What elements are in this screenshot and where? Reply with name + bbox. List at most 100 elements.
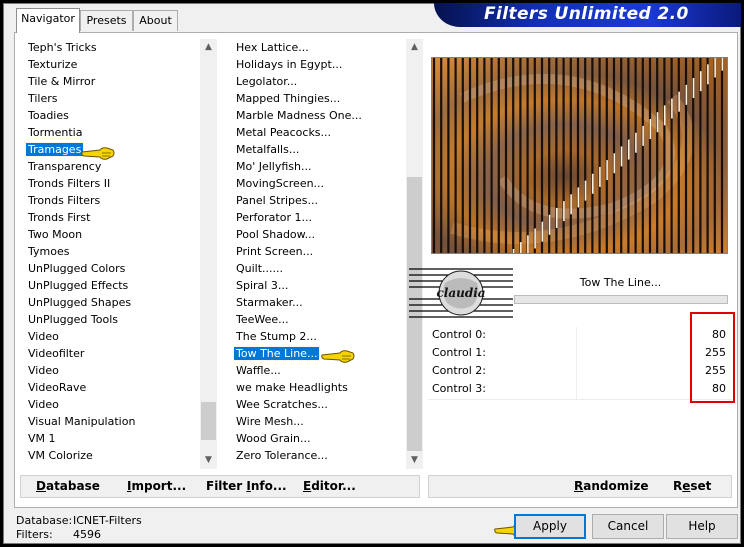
filter-item[interactable]: Spiral 3... — [232, 277, 406, 294]
filter-item[interactable]: Marble Madness One... — [232, 107, 406, 124]
filter-item[interactable]: Zero Tolerance... — [232, 447, 406, 464]
filter-item-label: Wire Mesh... — [236, 415, 304, 428]
randomize-button[interactable]: Randomize — [574, 479, 648, 493]
scroll-up-icon[interactable]: ▲ — [406, 39, 423, 56]
filter-item-label: Zero Tolerance... — [236, 449, 328, 462]
scroll-down-icon[interactable]: ▼ — [200, 452, 217, 469]
pointing-hand-icon — [81, 147, 115, 160]
filters-unlimited-window: Filters Unlimited 2.0 Navigator Presets … — [0, 0, 744, 547]
category-item-label: Tilers — [28, 92, 58, 105]
category-item[interactable]: Tronds First — [24, 209, 200, 226]
watermark-text: claudia — [436, 286, 485, 300]
category-item-label: Tronds First — [28, 211, 91, 224]
filter-item[interactable]: Holidays in Egypt... — [232, 56, 406, 73]
slider-track — [576, 345, 577, 363]
scroll-thumb[interactable] — [201, 402, 216, 440]
import-button[interactable]: Import... — [127, 479, 186, 493]
category-item-label: Two Moon — [28, 228, 83, 241]
category-item[interactable]: UnPlugged Colors — [24, 260, 200, 277]
category-item-label: Visual Manipulation — [28, 415, 136, 428]
filter-item[interactable]: MovingScreen... — [232, 175, 406, 192]
category-list[interactable]: Teph's Tricks Texturize Tile & Mirror Tiler… — [24, 39, 200, 469]
control-label: Control 3: — [432, 382, 486, 395]
category-item[interactable]: Two Moon — [24, 226, 200, 243]
filter-item[interactable]: Starmaker... — [232, 294, 406, 311]
filter-item[interactable]: TeeWee... — [232, 311, 406, 328]
window-title: Filters Unlimited 2.0 — [484, 4, 689, 24]
reset-button[interactable]: Reset — [673, 479, 711, 493]
filter-item[interactable]: Hex Lattice... — [232, 39, 406, 56]
category-item[interactable]: Tymoes — [24, 243, 200, 260]
slider-track — [576, 363, 577, 381]
filter-item[interactable]: Mapped Thingies... — [232, 90, 406, 107]
category-item[interactable]: Tilers — [24, 90, 200, 107]
filter-item[interactable]: Print Screen... — [232, 243, 406, 260]
category-item[interactable]: Visual Manipulation — [24, 413, 200, 430]
help-button[interactable]: Help — [666, 514, 738, 539]
filter-item[interactable]: Perforator 1... — [232, 209, 406, 226]
category-item-label: UnPlugged Effects — [28, 279, 129, 292]
slider-track — [576, 381, 577, 399]
filter-item-label: Quilt...... — [236, 262, 284, 275]
filter-info-button[interactable]: Filter Info... — [206, 479, 287, 493]
scroll-up-icon[interactable]: ▲ — [200, 39, 217, 56]
filter-list[interactable]: Hex Lattice... Holidays in Egypt... Legola… — [232, 39, 406, 469]
category-item[interactable]: Video — [24, 328, 200, 345]
control-slider-1[interactable]: Control 1: 255 — [428, 345, 732, 364]
category-item[interactable]: UnPlugged Effects — [24, 277, 200, 294]
control-slider-3[interactable]: Control 3: 80 — [428, 381, 732, 400]
category-item[interactable]: Tile & Mirror — [24, 73, 200, 90]
status-filters: Filters: 4596 — [16, 528, 101, 541]
filter-item[interactable]: Pool Shadow... — [232, 226, 406, 243]
filter-item[interactable]: Wood Grain... — [232, 430, 406, 447]
category-item[interactable]: Tronds Filters — [24, 192, 200, 209]
database-button[interactable]: Database — [36, 479, 100, 493]
category-item[interactable]: Toadies — [24, 107, 200, 124]
filter-item[interactable]: Legolator... — [232, 73, 406, 90]
category-item[interactable]: Tronds Filters II — [24, 175, 200, 192]
cancel-button[interactable]: Cancel — [592, 514, 664, 539]
category-item[interactable]: VM Colorize — [24, 447, 200, 464]
filter-item[interactable]: Panel Stripes... — [232, 192, 406, 209]
filter-item-label: Starmaker... — [236, 296, 303, 309]
tab-navigator[interactable]: Navigator — [16, 8, 80, 33]
scroll-down-icon[interactable]: ▼ — [406, 452, 423, 469]
category-scrollbar[interactable]: ▲ ▼ — [200, 39, 217, 469]
editor-button[interactable]: Editor... — [303, 479, 356, 493]
filter-item[interactable]: Tow The Line... — [232, 345, 406, 362]
category-item[interactable]: Video — [24, 396, 200, 413]
category-item[interactable]: Tormentia — [24, 124, 200, 141]
category-item-label: UnPlugged Colors — [28, 262, 126, 275]
category-item[interactable]: UnPlugged Tools — [24, 311, 200, 328]
filter-item[interactable]: Wee Scratches... — [232, 396, 406, 413]
apply-button[interactable]: Apply — [514, 514, 586, 539]
category-item[interactable]: Texturize — [24, 56, 200, 73]
filter-item-label: Marble Madness One... — [236, 109, 362, 122]
filter-item[interactable]: we make Headlights — [232, 379, 406, 396]
highlight-box — [690, 312, 735, 403]
category-item[interactable]: Teph's Tricks — [24, 39, 200, 56]
filter-item[interactable]: Mo' Jellyfish... — [232, 158, 406, 175]
category-item[interactable]: VideoRave — [24, 379, 200, 396]
filter-item[interactable]: Waffle... — [232, 362, 406, 379]
category-item-label: Tymoes — [28, 245, 70, 258]
category-item[interactable]: Video — [24, 362, 200, 379]
control-label: Control 0: — [432, 328, 486, 341]
category-item-label: UnPlugged Shapes — [28, 296, 132, 309]
filter-item-label: we make Headlights — [236, 381, 348, 394]
control-slider-2[interactable]: Control 2: 255 — [428, 363, 732, 382]
filter-item[interactable]: Wire Mesh... — [232, 413, 406, 430]
filter-item[interactable]: Metal Peacocks... — [232, 124, 406, 141]
control-slider-0[interactable]: Control 0: 80 — [428, 327, 732, 346]
filter-item-label: Metalfalls... — [236, 143, 300, 156]
filter-item[interactable]: Metalfalls... — [232, 141, 406, 158]
tab-presets[interactable]: Presets — [80, 10, 133, 31]
filter-item[interactable]: Quilt...... — [232, 260, 406, 277]
category-item[interactable]: VM 1 — [24, 430, 200, 447]
category-item[interactable]: UnPlugged Shapes — [24, 294, 200, 311]
category-item[interactable]: Videofilter — [24, 345, 200, 362]
tab-about[interactable]: About — [133, 10, 178, 31]
filter-item-label: Pool Shadow... — [236, 228, 316, 241]
filter-item[interactable]: The Stump 2... — [232, 328, 406, 345]
filter-scrollbar[interactable]: ▲ ▼ — [406, 39, 423, 469]
